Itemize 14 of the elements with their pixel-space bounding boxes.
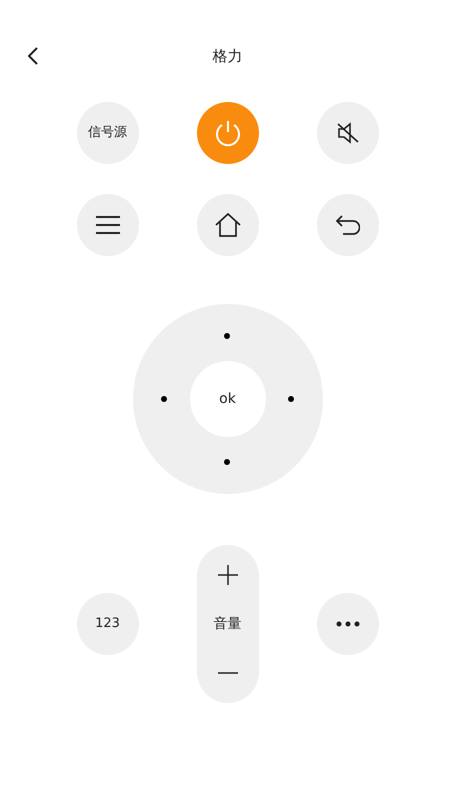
volume-label: 音量 <box>214 614 242 634</box>
menu-icon <box>96 216 120 234</box>
mute-icon <box>336 122 360 144</box>
page-title: 格力 <box>212 46 242 67</box>
more-icon <box>336 621 360 627</box>
home-icon <box>214 213 240 237</box>
plus-icon <box>218 565 238 585</box>
ok-button[interactable]: ok <box>190 361 266 437</box>
minus-icon <box>218 671 238 675</box>
power-icon <box>214 120 240 146</box>
back-icon <box>28 47 38 65</box>
return-icon <box>336 215 360 235</box>
source-button[interactable]: 信号源 <box>76 102 138 164</box>
numbers-button[interactable]: 123 <box>76 593 138 655</box>
